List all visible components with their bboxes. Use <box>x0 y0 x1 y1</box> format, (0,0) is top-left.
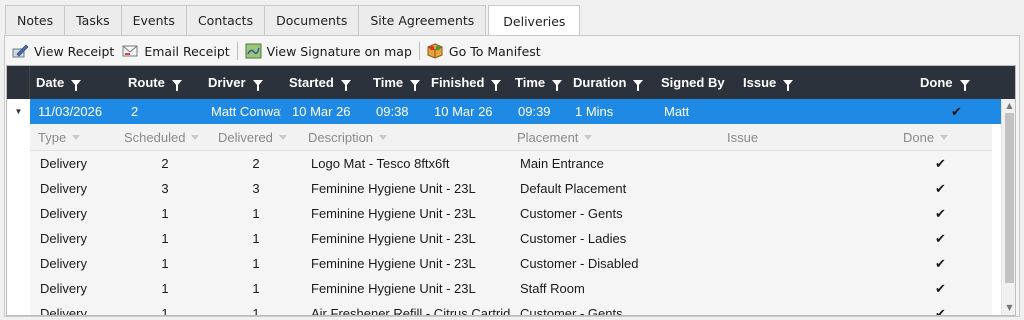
toolbar-separator <box>418 42 420 60</box>
detail-rows: Delivery 2 2 Logo Mat - Tesco 8ftx6ft Ma… <box>30 151 992 316</box>
email-receipt-label: Email Receipt <box>144 43 230 59</box>
filter-icon[interactable] <box>71 79 82 91</box>
tab-documents[interactable]: Documents <box>264 5 359 36</box>
filter-icon[interactable] <box>379 135 388 140</box>
tab-tasks[interactable]: Tasks <box>64 5 121 36</box>
check-icon: ✔ <box>935 305 946 316</box>
column-header-done[interactable]: Done <box>920 66 970 99</box>
toolbar: View Receipt Email Receipt View Signatur… <box>8 40 545 62</box>
go-to-manifest-button[interactable]: Go To Manifest <box>423 40 545 62</box>
check-icon: ✔ <box>935 255 946 271</box>
tab-contacts[interactable]: Contacts <box>185 5 265 36</box>
table-row[interactable]: Delivery 1 1 Air Freshener Refill - Citr… <box>30 301 992 316</box>
tab-notes[interactable]: Notes <box>5 5 65 36</box>
filter-icon[interactable] <box>72 135 81 140</box>
check-icon: ✔ <box>935 230 946 246</box>
deliveries-grid[interactable]: Date Route Driver Started Time Finished … <box>6 65 1016 316</box>
detail-header-issue[interactable]: Issue <box>727 124 758 151</box>
grid-header: Date Route Driver Started Time Finished … <box>7 66 1015 99</box>
detail-header-placement[interactable]: Placement <box>517 124 593 151</box>
cell-start-time: 09:38 <box>376 104 409 119</box>
check-icon: ✔ <box>951 103 962 119</box>
filter-icon[interactable] <box>584 135 593 140</box>
column-header-driver[interactable]: Driver <box>208 66 263 99</box>
cell-driver: Matt Conway <box>211 104 281 119</box>
detail-header-scheduled[interactable]: Scheduled <box>124 124 200 151</box>
detail-header-delivered[interactable]: Delivered <box>218 124 287 151</box>
filter-icon[interactable] <box>171 79 182 91</box>
column-header-signed-by[interactable]: Signed By <box>661 66 725 99</box>
email-receipt-icon <box>122 43 139 59</box>
column-header-route[interactable]: Route <box>128 66 182 99</box>
toolbar-separator <box>236 42 238 60</box>
column-header-started[interactable]: Started <box>289 66 351 99</box>
collapse-row-icon[interactable]: ▼ <box>7 99 30 124</box>
table-row[interactable]: Delivery 1 1 Feminine Hygiene Unit - 23L… <box>30 251 992 276</box>
view-signature-label: View Signature on map <box>266 43 412 59</box>
detail-header-done[interactable]: Done <box>903 124 949 151</box>
detail-header-description[interactable]: Description <box>308 124 388 151</box>
filter-icon[interactable] <box>783 79 794 91</box>
cell-date: 11/03/2026 <box>38 104 103 119</box>
email-receipt-button[interactable]: Email Receipt <box>118 40 233 62</box>
table-row[interactable]: Delivery 3 3 Feminine Hygiene Unit - 23L… <box>30 176 992 201</box>
filter-icon[interactable] <box>191 135 200 140</box>
filter-icon[interactable] <box>340 79 351 91</box>
cell-finished: 10 Mar 26 <box>434 104 493 119</box>
tab-strip: Notes Tasks Events Contacts Documents Si… <box>5 5 581 38</box>
column-header-date[interactable]: Date <box>36 66 82 99</box>
column-header-duration[interactable]: Duration <box>573 66 644 99</box>
map-signature-icon <box>245 43 262 59</box>
row-header-corner <box>7 66 30 99</box>
check-icon: ✔ <box>935 180 946 196</box>
table-row-selected[interactable]: ▼ 11/03/2026 2 Matt Conway 10 Mar 26 09:… <box>7 99 1015 124</box>
scroll-up-icon[interactable]: ▲ <box>1005 102 1014 110</box>
filter-icon[interactable] <box>959 79 970 91</box>
tab-events[interactable]: Events <box>120 5 186 36</box>
filter-icon[interactable] <box>278 135 287 140</box>
vertical-scrollbar[interactable]: ▲ ▼ <box>1001 99 1015 315</box>
check-icon: ✔ <box>935 280 946 296</box>
filter-icon[interactable] <box>940 135 949 140</box>
detail-indent <box>7 124 30 315</box>
cell-duration: 1 Mins <box>575 104 614 119</box>
pen-receipt-icon <box>12 43 29 59</box>
table-row[interactable]: Delivery 1 1 Feminine Hygiene Unit - 23L… <box>30 226 992 251</box>
table-row[interactable]: Delivery 2 2 Logo Mat - Tesco 8ftx6ft Ma… <box>30 151 992 176</box>
cell-issue <box>746 99 916 124</box>
check-icon: ✔ <box>935 205 946 221</box>
filter-icon[interactable] <box>410 79 421 91</box>
scrollbar-thumb[interactable] <box>1005 113 1014 283</box>
column-header-start-time[interactable]: Time <box>373 66 421 99</box>
filter-icon[interactable] <box>552 79 563 91</box>
filter-icon[interactable] <box>633 79 644 91</box>
scroll-down-icon[interactable]: ▼ <box>1005 304 1014 312</box>
column-header-finished[interactable]: Finished <box>431 66 502 99</box>
tab-deliveries[interactable]: Deliveries <box>488 5 581 38</box>
table-row[interactable]: Delivery 1 1 Feminine Hygiene Unit - 23L… <box>30 276 992 301</box>
check-icon: ✔ <box>935 155 946 171</box>
view-receipt-button[interactable]: View Receipt <box>8 40 118 62</box>
cell-signed-by: Matt <box>664 104 690 119</box>
column-header-issue[interactable]: Issue <box>743 66 794 99</box>
table-row[interactable]: Delivery 1 1 Feminine Hygiene Unit - 23L… <box>30 201 992 226</box>
cell-started: 10 Mar 26 <box>292 104 351 119</box>
detail-header-type[interactable]: Type <box>38 124 81 151</box>
cell-finish-time: 09:39 <box>518 104 551 119</box>
detail-grid-header: Type Scheduled Delivered Description Pla… <box>30 124 992 151</box>
filter-icon[interactable] <box>491 79 502 91</box>
cell-route: 2 <box>131 104 139 119</box>
column-header-finish-time[interactable]: Time <box>515 66 563 99</box>
view-signature-button[interactable]: View Signature on map <box>241 40 416 62</box>
filter-icon[interactable] <box>252 79 263 91</box>
manifest-box-icon <box>427 43 444 59</box>
view-receipt-label: View Receipt <box>34 43 115 59</box>
go-to-manifest-label: Go To Manifest <box>448 43 541 59</box>
tab-site-agreements[interactable]: Site Agreements <box>358 5 487 36</box>
